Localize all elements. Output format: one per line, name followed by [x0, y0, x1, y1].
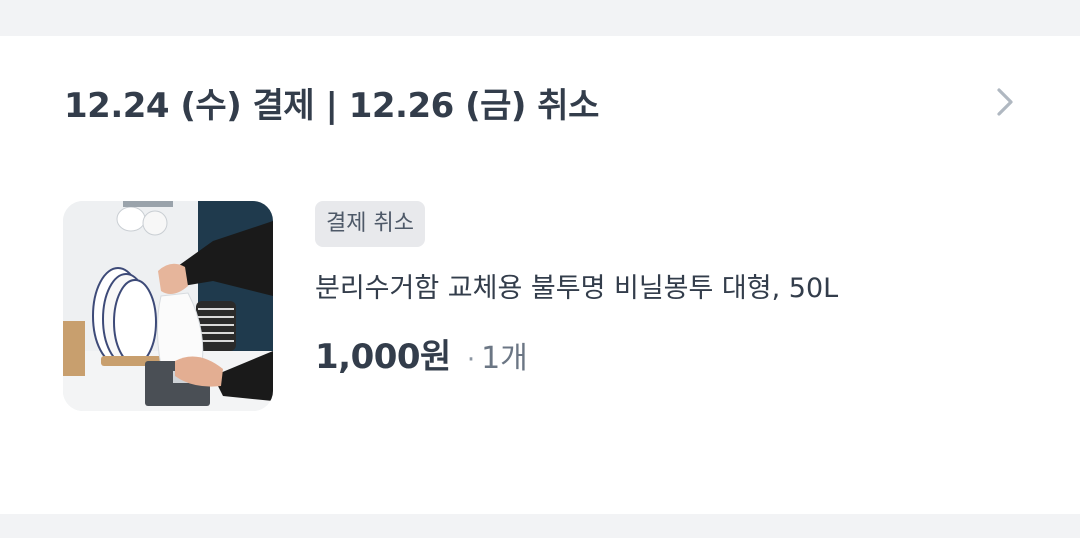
order-header[interactable]: 12.24 (수) 결제 | 12.26 (금) 취소	[64, 78, 1024, 126]
separator-dot: ·	[466, 345, 476, 375]
product-photo-icon	[63, 201, 273, 411]
payment-cancel-badge: 결제 취소	[315, 201, 425, 247]
product-name[interactable]: 분리수거함 교체용 불투명 비닐봉투 대형, 50L	[315, 269, 1015, 309]
chevron-right-icon[interactable]	[994, 85, 1016, 119]
product-image[interactable]	[63, 201, 273, 411]
top-spacer	[0, 0, 1080, 36]
product-info: 결제 취소 분리수거함 교체용 불투명 비닐봉투 대형, 50L 1,000원 …	[315, 201, 1015, 378]
product-quantity: 1개	[481, 341, 528, 376]
bottom-spacer	[0, 514, 1080, 538]
order-date-title: 12.24 (수) 결제 | 12.26 (금) 취소	[64, 85, 599, 126]
product-price: 1,000원	[315, 337, 451, 377]
price-row: 1,000원 · 1개	[315, 329, 1015, 378]
